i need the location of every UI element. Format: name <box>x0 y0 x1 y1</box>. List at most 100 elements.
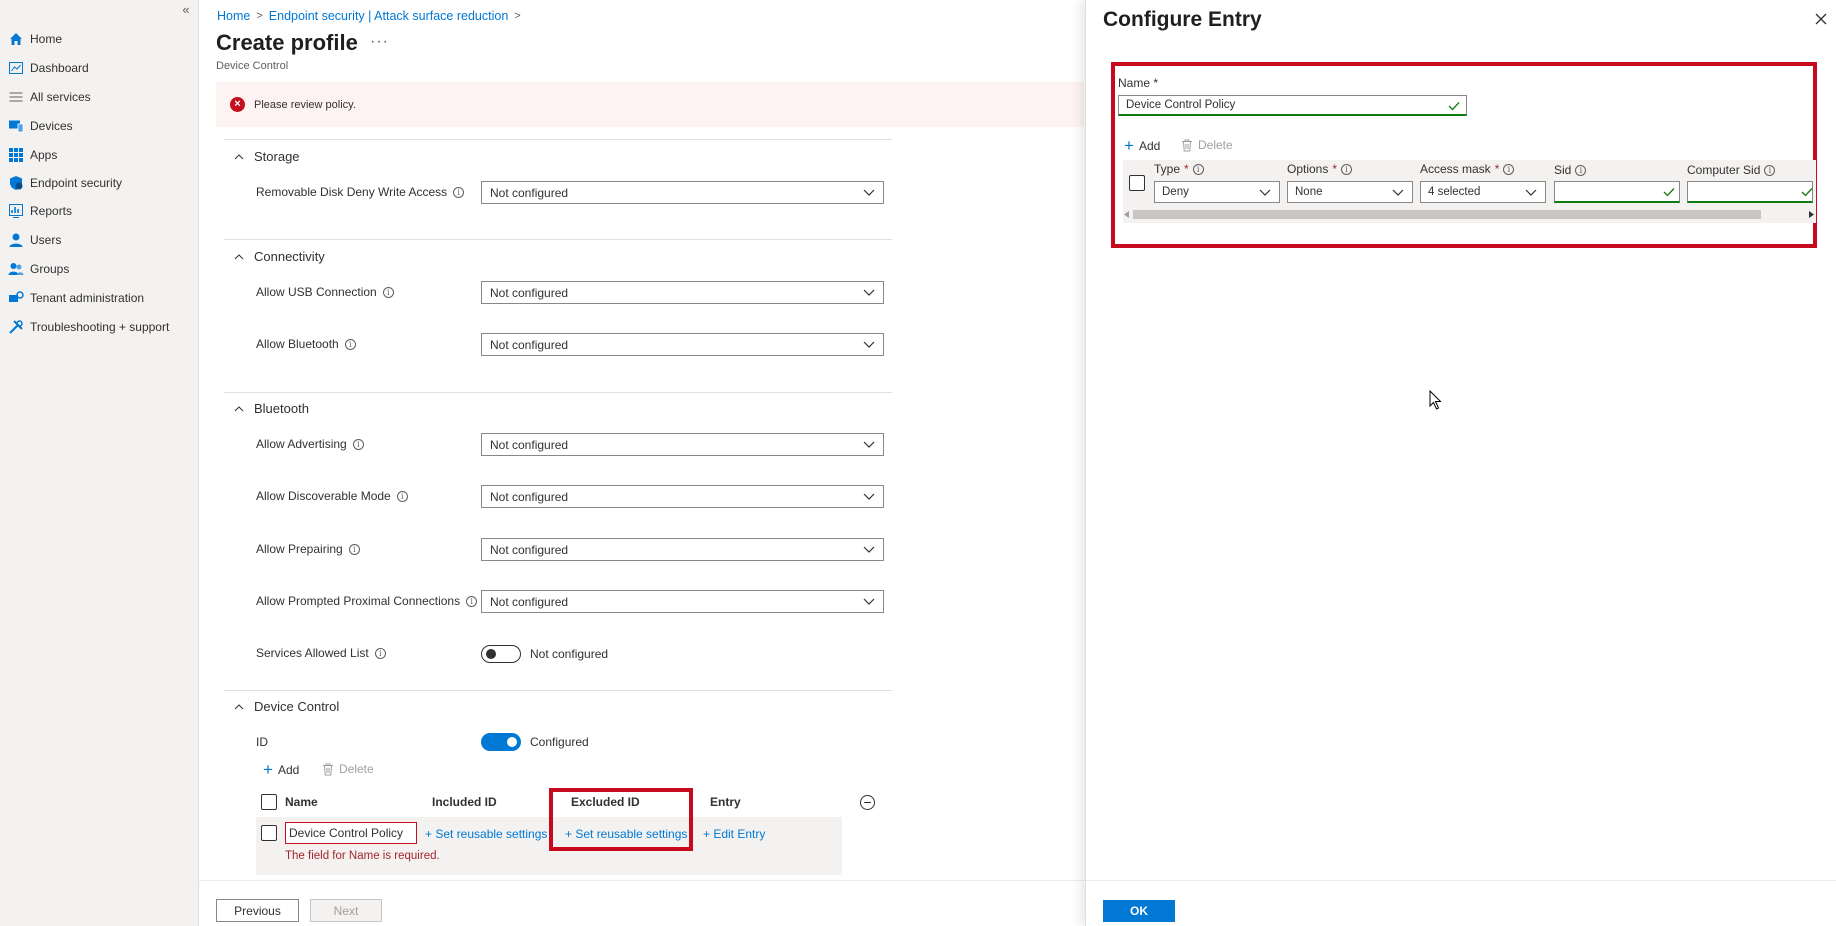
sidebar-item-label: Groups <box>30 262 70 276</box>
next-button[interactable]: Next <box>310 899 382 922</box>
dropdown-allow-advertising[interactable]: Not configured <box>481 433 884 456</box>
chevron-up-icon <box>234 253 244 259</box>
access-mask-dropdown[interactable]: 4 selected <box>1420 181 1546 203</box>
info-icon[interactable]: i <box>382 286 394 298</box>
sidebar-item-troubleshooting[interactable]: Troubleshooting + support <box>8 315 169 339</box>
section-header-bluetooth[interactable]: Bluetooth <box>234 401 309 416</box>
dropdown-allow-prepairing[interactable]: Not configured <box>481 538 884 561</box>
info-icon[interactable]: i <box>1192 163 1204 175</box>
divider <box>224 139 892 140</box>
previous-button[interactable]: Previous <box>216 899 299 922</box>
valid-check-icon <box>1663 188 1675 197</box>
ok-button[interactable]: OK <box>1103 900 1175 922</box>
section-title: Connectivity <box>254 249 325 264</box>
more-options-button[interactable]: ··· <box>370 33 389 51</box>
sidebar-item-users[interactable]: Users <box>8 228 61 252</box>
dropdown-value: Not configured <box>490 285 569 300</box>
chevron-down-icon <box>1525 189 1537 196</box>
column-header-included-id[interactable]: Included ID <box>432 795 497 809</box>
sidebar-item-tenant-administration[interactable]: Tenant administration <box>8 286 144 310</box>
info-icon[interactable]: i <box>352 438 364 450</box>
info-icon[interactable]: i <box>1764 164 1776 176</box>
delete-entry-button[interactable]: Delete <box>1181 138 1233 152</box>
info-icon[interactable]: i <box>1575 164 1587 176</box>
dropdown-value: Deny <box>1162 186 1189 198</box>
chevron-down-icon <box>863 341 875 348</box>
dropdown-value: Not configured <box>490 594 569 609</box>
info-icon[interactable]: i <box>348 543 360 555</box>
column-header-type[interactable]: Type * i <box>1154 162 1204 176</box>
row-name-field[interactable]: Device Control Policy <box>285 822 417 844</box>
shield-icon <box>8 175 24 191</box>
column-header-options[interactable]: Options * i <box>1287 162 1353 176</box>
sidebar-item-devices[interactable]: Devices <box>8 114 73 138</box>
scroll-left-icon[interactable] <box>1124 211 1130 218</box>
toggle-knob <box>486 649 496 659</box>
included-id-set-reusable-link[interactable]: + Set reusable settings <box>425 827 547 841</box>
section-header-device-control[interactable]: Device Control <box>234 699 339 714</box>
sidebar-item-label: Dashboard <box>30 61 89 75</box>
info-icon[interactable]: i <box>1341 163 1353 175</box>
toggle-services-allowed-list[interactable] <box>481 645 521 663</box>
computer-sid-input[interactable] <box>1687 181 1813 203</box>
add-label: Add <box>1138 138 1161 153</box>
sidebar-item-reports[interactable]: Reports <box>8 199 72 223</box>
collapse-sidebar-button[interactable]: « <box>178 2 194 18</box>
add-row-button[interactable]: + Add <box>263 761 299 778</box>
section-header-storage[interactable]: Storage <box>234 149 300 164</box>
dropdown-removable-disk-deny-write[interactable]: Not configured <box>481 181 884 204</box>
column-label: Access mask <box>1420 162 1491 176</box>
chevron-down-icon <box>863 289 875 296</box>
column-header-name[interactable]: Name <box>285 795 318 809</box>
sidebar-item-groups[interactable]: Groups <box>8 257 69 281</box>
sidebar-item-home[interactable]: Home <box>8 27 62 51</box>
add-entry-button[interactable]: + Add <box>1124 137 1160 154</box>
breadcrumb-endpoint-security[interactable]: Endpoint security | Attack surface reduc… <box>269 9 508 23</box>
sidebar-item-dashboard[interactable]: Dashboard <box>8 56 89 80</box>
entry-select-all-checkbox[interactable] <box>1129 175 1145 191</box>
dropdown-value: Not configured <box>490 489 569 504</box>
options-dropdown[interactable]: None <box>1287 181 1413 203</box>
chevron-down-icon <box>863 598 875 605</box>
setting-label-removable-disk: Removable Disk Deny Write Access i <box>256 185 465 199</box>
column-header-entry[interactable]: Entry <box>710 795 741 809</box>
setting-label-text: Allow Prompted Proximal Connections <box>256 594 461 608</box>
toggle-id[interactable] <box>481 733 521 751</box>
dropdown-allow-prompted-proximal[interactable]: Not configured <box>481 590 884 613</box>
info-icon[interactable]: i <box>466 595 478 607</box>
groups-icon <box>8 261 24 277</box>
horizontal-scrollbar[interactable] <box>1123 208 1816 221</box>
info-icon[interactable]: i <box>1503 163 1515 175</box>
column-header-computer-sid[interactable]: Computer Sid i <box>1687 163 1776 177</box>
scroll-right-icon[interactable] <box>1808 211 1814 218</box>
column-header-access-mask[interactable]: Access mask * i <box>1420 162 1515 176</box>
row-checkbox[interactable] <box>261 825 277 841</box>
name-input[interactable]: Device Control Policy <box>1118 95 1467 116</box>
page-title: Create profile <box>216 30 358 55</box>
dropdown-allow-bluetooth[interactable]: Not configured <box>481 333 884 356</box>
column-header-sid[interactable]: Sid i <box>1554 163 1587 177</box>
close-icon[interactable] <box>1814 12 1828 26</box>
sidebar-item-all-services[interactable]: All services <box>8 85 91 109</box>
info-icon[interactable]: i <box>374 647 386 659</box>
delete-row-button[interactable]: Delete <box>322 762 374 776</box>
info-icon[interactable]: i <box>453 186 465 198</box>
sidebar-item-endpoint-security[interactable]: Endpoint security <box>8 171 122 195</box>
edit-entry-link[interactable]: + Edit Entry <box>703 827 765 841</box>
type-dropdown[interactable]: Deny <box>1154 181 1280 203</box>
dropdown-allow-discoverable-mode[interactable]: Not configured <box>481 485 884 508</box>
valid-check-icon <box>1448 102 1460 111</box>
sid-input[interactable] <box>1554 181 1680 203</box>
remove-column-icon[interactable] <box>860 795 875 810</box>
dropdown-allow-usb-connection[interactable]: Not configured <box>481 281 884 304</box>
select-all-checkbox[interactable] <box>261 794 277 810</box>
chevron-down-icon <box>863 493 875 500</box>
section-header-connectivity[interactable]: Connectivity <box>234 249 325 264</box>
scrollbar-thumb[interactable] <box>1133 210 1761 219</box>
sidebar-item-apps[interactable]: Apps <box>8 143 57 167</box>
info-icon[interactable]: i <box>344 338 356 350</box>
plus-icon: + <box>263 760 273 779</box>
breadcrumb-home[interactable]: Home <box>217 9 250 23</box>
chevron-down-icon <box>863 189 875 196</box>
info-icon[interactable]: i <box>396 490 408 502</box>
